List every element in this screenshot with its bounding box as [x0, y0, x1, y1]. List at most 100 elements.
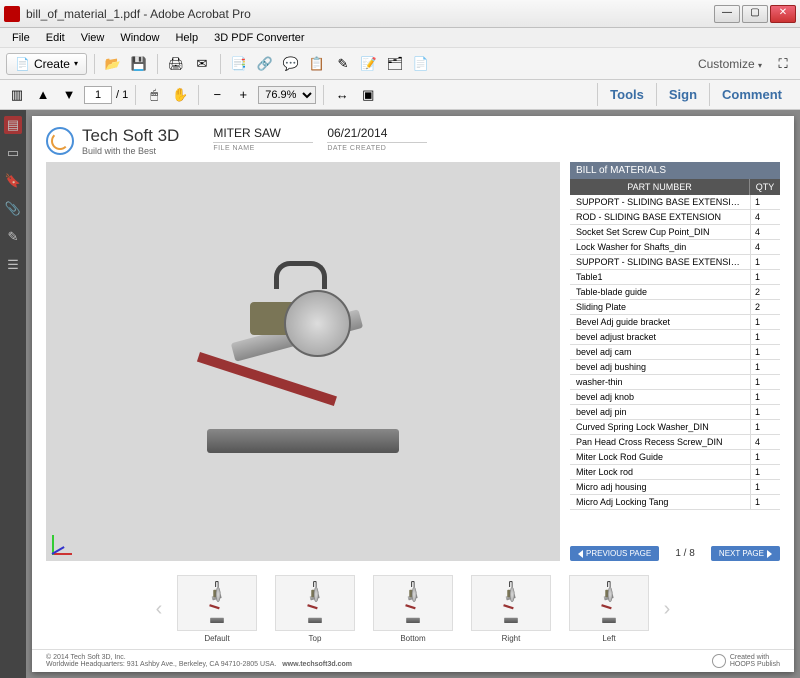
table-row[interactable]: bevel adj cam1	[570, 345, 780, 360]
toolbar-separator	[94, 54, 95, 74]
maximize-button[interactable]: ▢	[742, 5, 768, 23]
table-row[interactable]: bevel adj knob1	[570, 390, 780, 405]
layers-panel-icon[interactable]: ☰	[4, 256, 22, 274]
table-row[interactable]: bevel adj pin1	[570, 405, 780, 420]
chevron-down-icon: ▾	[758, 61, 762, 70]
bookmarks-panel-icon[interactable]: ▭	[4, 144, 22, 162]
bom-part-cell: Socket Set Screw Cup Point_DIN	[570, 225, 750, 239]
bom-part-cell: ROD - SLIDING BASE EXTENSION	[570, 210, 750, 224]
view-thumbnail[interactable]: Left	[569, 575, 649, 643]
brand-tagline: Build with the Best	[82, 146, 179, 156]
attachments-panel-icon[interactable]: 📎	[4, 200, 22, 218]
bom-part-cell: bevel adj cam	[570, 345, 750, 359]
customize-label: Customize	[698, 57, 755, 71]
page-thumbnails-icon[interactable]: ▥	[6, 84, 28, 106]
bom-title: BILL of MATERIALS	[570, 162, 780, 179]
bom-rows: SUPPORT - SLIDING BASE EXTENSION1ROD - S…	[570, 195, 780, 542]
share-icon[interactable]: 🔗	[254, 53, 276, 75]
document-viewport[interactable]: Tech Soft 3D Build with the Best MITER S…	[26, 110, 800, 678]
fullscreen-icon[interactable]: ⛶	[772, 53, 794, 75]
table-row[interactable]: Micro adj housing1	[570, 480, 780, 495]
export-icon[interactable]: 📑	[228, 53, 250, 75]
3d-viewer[interactable]	[46, 162, 560, 561]
zoom-in-icon[interactable]: +	[232, 84, 254, 106]
customize-dropdown[interactable]: Customize ▾	[692, 55, 768, 73]
table-row[interactable]: SUPPORT - SLIDING BASE EXTENSION1	[570, 195, 780, 210]
thumbs-prev-icon[interactable]: ‹	[151, 594, 167, 624]
bom-qty-cell: 1	[750, 330, 780, 344]
thumbs-next-icon[interactable]: ›	[659, 594, 675, 624]
page-up-icon[interactable]: ▲	[32, 84, 54, 106]
table-row[interactable]: Miter Lock Rod Guide1	[570, 450, 780, 465]
bom-qty-cell: 4	[750, 240, 780, 254]
select-icon[interactable]: 🖱	[143, 84, 165, 106]
footer-url: www.techsoft3d.com	[282, 661, 352, 668]
table-row[interactable]: SUPPORT - SLIDING BASE EXTENSIONRH1	[570, 255, 780, 270]
bom-qty-cell: 1	[750, 480, 780, 494]
view-thumbnail[interactable]: Top	[275, 575, 355, 643]
page-number-input[interactable]	[84, 86, 112, 104]
table-row[interactable]: Table11	[570, 270, 780, 285]
more-icon[interactable]: 📄	[410, 53, 432, 75]
create-button[interactable]: 📄 Create ▾	[6, 53, 87, 75]
bom-qty-cell: 1	[750, 345, 780, 359]
menu-3d-pdf-converter[interactable]: 3D PDF Converter	[206, 30, 312, 46]
menu-view[interactable]: View	[73, 30, 113, 46]
table-row[interactable]: Curved Spring Lock Washer_DIN1	[570, 420, 780, 435]
table-row[interactable]: bevel adj bushing1	[570, 360, 780, 375]
menu-window[interactable]: Window	[112, 30, 167, 46]
edit-icon[interactable]: 📝	[358, 53, 380, 75]
thumbnail-image	[471, 575, 551, 631]
open-icon[interactable]: 📂	[102, 53, 124, 75]
table-row[interactable]: Pan Head Cross Recess Screw_DIN4	[570, 435, 780, 450]
table-row[interactable]: Socket Set Screw Cup Point_DIN4	[570, 225, 780, 240]
create-label: Create	[34, 57, 70, 71]
zoom-select[interactable]: 76.9%	[258, 86, 316, 104]
bom-part-cell: bevel adj pin	[570, 405, 750, 419]
minimize-button[interactable]: —	[714, 5, 740, 23]
zoom-out-icon[interactable]: −	[206, 84, 228, 106]
bom-prev-button[interactable]: PREVIOUS PAGE	[570, 546, 659, 561]
form-icon[interactable]: 📋	[306, 53, 328, 75]
sign-icon[interactable]: ✎	[332, 53, 354, 75]
combine-icon[interactable]: 🗂	[384, 53, 406, 75]
hand-icon[interactable]: ✋	[169, 84, 191, 106]
bom-part-cell: Table-blade guide	[570, 285, 750, 299]
thumbnail-label: Default	[204, 634, 229, 643]
bom-qty-cell: 4	[750, 435, 780, 449]
menu-file[interactable]: File	[4, 30, 38, 46]
pages-panel-icon[interactable]: ▤	[4, 116, 22, 134]
bom-qty-cell: 1	[750, 255, 780, 269]
sign-panel-button[interactable]: Sign	[656, 83, 709, 106]
print-icon[interactable]: 🖨	[165, 53, 187, 75]
mail-icon[interactable]: ✉	[191, 53, 213, 75]
table-row[interactable]: Table-blade guide2	[570, 285, 780, 300]
view-thumbnail[interactable]: Default	[177, 575, 257, 643]
comment-icon[interactable]: 💬	[280, 53, 302, 75]
table-row[interactable]: washer-thin1	[570, 375, 780, 390]
menu-help[interactable]: Help	[167, 30, 206, 46]
menu-edit[interactable]: Edit	[38, 30, 73, 46]
fit-width-icon[interactable]: ↔	[331, 84, 353, 106]
table-row[interactable]: Miter Lock rod1	[570, 465, 780, 480]
page-down-icon[interactable]: ▼	[58, 84, 80, 106]
bookmark-ribbon-icon[interactable]: 🔖	[4, 172, 22, 190]
table-row[interactable]: bevel adjust bracket1	[570, 330, 780, 345]
bom-next-button[interactable]: NEXT PAGE	[711, 546, 780, 561]
close-button[interactable]: ✕	[770, 5, 796, 23]
table-row[interactable]: Sliding Plate2	[570, 300, 780, 315]
save-icon[interactable]: 💾	[128, 53, 150, 75]
view-thumbnail[interactable]: Bottom	[373, 575, 453, 643]
bom-qty-cell: 1	[750, 195, 780, 209]
document-page: Tech Soft 3D Build with the Best MITER S…	[32, 116, 794, 672]
view-thumbnail[interactable]: Right	[471, 575, 551, 643]
fit-page-icon[interactable]: ▣	[357, 84, 379, 106]
footer-credit-name: HOOPS Publish	[730, 661, 780, 668]
signatures-panel-icon[interactable]: ✎	[4, 228, 22, 246]
table-row[interactable]: ROD - SLIDING BASE EXTENSION4	[570, 210, 780, 225]
table-row[interactable]: Bevel Adj guide bracket1	[570, 315, 780, 330]
table-row[interactable]: Lock Washer for Shafts_din4	[570, 240, 780, 255]
comment-panel-button[interactable]: Comment	[709, 83, 794, 106]
tools-panel-button[interactable]: Tools	[597, 83, 656, 106]
table-row[interactable]: Micro Adj Locking Tang1	[570, 495, 780, 510]
